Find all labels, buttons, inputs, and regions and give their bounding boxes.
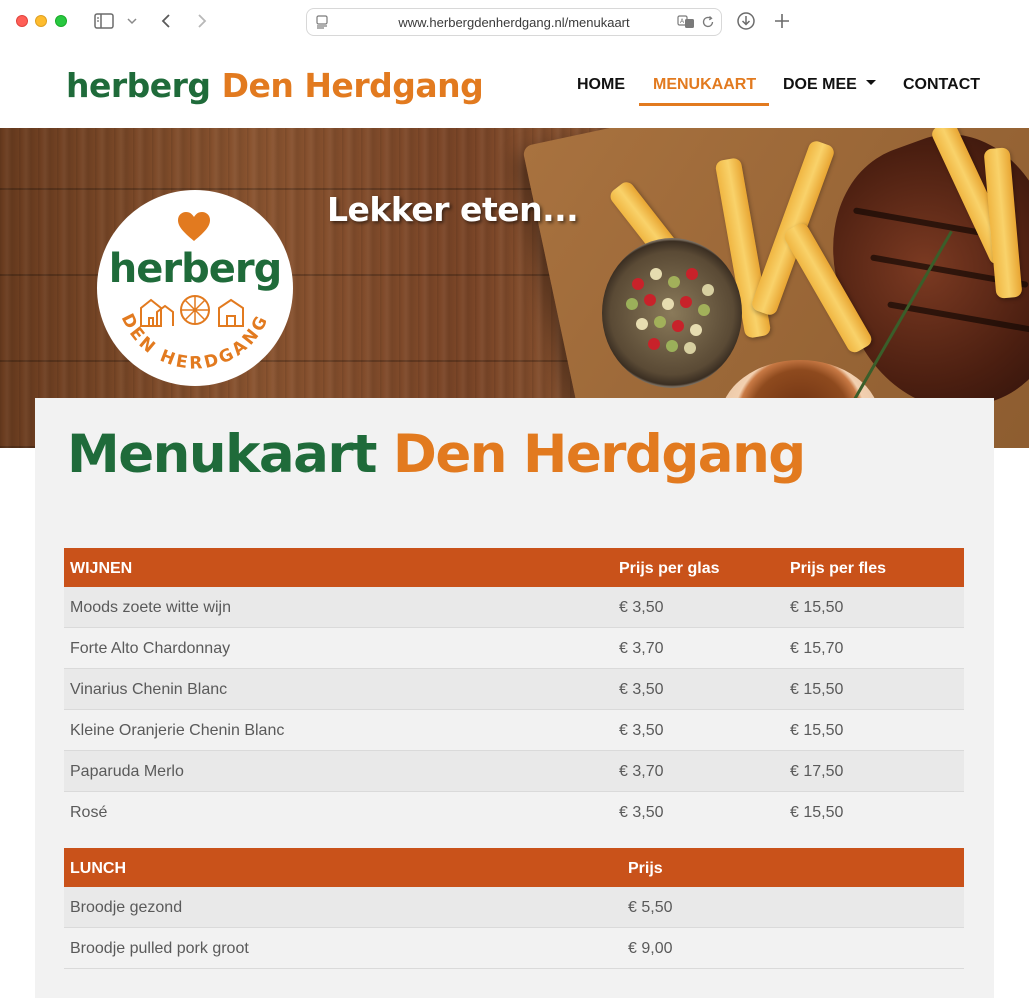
svg-text:DEN HERDGANG: DEN HERDGANG <box>117 311 273 374</box>
wines-col-name: WIJNEN <box>70 560 133 577</box>
wine-bottle-price: € 17,50 <box>790 763 844 780</box>
table-row: Broodje pulled pork groot € 9,00 <box>64 928 964 969</box>
site-logo[interactable]: herberg Den Herdgang <box>66 66 484 105</box>
page-title: Menukaart Den Herdgang <box>67 424 806 485</box>
table-row: Paparuda Merlo € 3,70 € 17,50 <box>64 751 964 792</box>
menu-card: Menukaart Den Herdgang WIJNEN Prijs per … <box>35 398 994 998</box>
wine-name: Vinarius Chenin Blanc <box>70 681 228 698</box>
lunch-col-price: Prijs <box>628 860 663 877</box>
table-row: Rosé € 3,50 € 15,50 <box>64 792 964 833</box>
forward-arrow-icon[interactable] <box>192 10 212 32</box>
reload-icon[interactable] <box>701 15 715 34</box>
caret-down-icon <box>865 80 876 86</box>
site-header: herberg Den Herdgang HOME MENUKAART DOE … <box>0 44 1029 128</box>
wine-name: Kleine Oranjerie Chenin Blanc <box>70 722 285 739</box>
wine-bottle-price: € 15,50 <box>790 722 844 739</box>
logo-herberg: herberg <box>66 66 211 105</box>
nav-contact[interactable]: CONTACT <box>903 76 980 94</box>
sidebar-toggle-icon[interactable] <box>93 10 115 32</box>
badge-arc-text: DEN HERDGANG <box>117 311 273 374</box>
svg-text:A: A <box>680 18 685 25</box>
table-row: Forte Alto Chardonnay € 3,70 € 15,70 <box>64 628 964 669</box>
wine-bottle-price: € 15,70 <box>790 640 844 657</box>
nav-home[interactable]: HOME <box>577 76 625 94</box>
wine-glass-price: € 3,70 <box>619 763 664 780</box>
table-row: Vinarius Chenin Blanc € 3,50 € 15,50 <box>64 669 964 710</box>
wine-glass-price: € 3,50 <box>619 599 664 616</box>
chevron-down-icon[interactable] <box>125 10 139 32</box>
close-window-button[interactable] <box>16 15 28 27</box>
new-tab-icon[interactable] <box>772 10 792 32</box>
address-bar[interactable]: www.herbergdenherdgang.nl/menukaart A <box>306 8 722 36</box>
lunch-item-price: € 5,50 <box>628 899 673 916</box>
pepper-bowl <box>602 238 742 388</box>
wine-bottle-price: € 15,50 <box>790 681 844 698</box>
wine-name: Forte Alto Chardonnay <box>70 640 231 657</box>
zoom-window-button[interactable] <box>55 15 67 27</box>
active-nav-indicator <box>639 103 769 106</box>
page-title-den-herdgang: Den Herdgang <box>392 424 806 485</box>
lunch-item-price: € 9,00 <box>628 940 673 957</box>
wines-col-glass: Prijs per glas <box>619 560 720 577</box>
downloads-icon[interactable] <box>735 10 757 32</box>
lunch-item-name: Broodje gezond <box>70 899 183 916</box>
wine-name: Paparuda Merlo <box>70 763 184 780</box>
wine-bottle-price: € 15,50 <box>790 804 844 821</box>
wine-name: Moods zoete witte wijn <box>70 599 231 616</box>
table-row: Kleine Oranjerie Chenin Blanc € 3,50 € 1… <box>64 710 964 751</box>
nav-menukaart[interactable]: MENUKAART <box>653 76 756 94</box>
wine-bottle-price: € 15,50 <box>790 599 844 616</box>
nav-doe-mee[interactable]: DOE MEE <box>783 76 876 94</box>
translate-icon[interactable]: A <box>677 15 695 34</box>
wines-table-header: WIJNEN Prijs per glas Prijs per fles <box>64 548 964 587</box>
browser-toolbar: www.herbergdenherdgang.nl/menukaart A <box>0 0 1029 44</box>
lunch-table-header: LUNCH Prijs <box>64 848 964 887</box>
back-arrow-icon[interactable] <box>156 10 176 32</box>
wines-col-bottle: Prijs per fles <box>790 560 887 577</box>
url-text: www.herbergdenherdgang.nl/menukaart <box>398 15 630 30</box>
wine-glass-price: € 3,50 <box>619 804 664 821</box>
lunch-col-name: LUNCH <box>70 860 126 877</box>
nav-doe-mee-label: DOE MEE <box>783 76 857 93</box>
wine-glass-price: € 3,50 <box>619 681 664 698</box>
page-title-menukaart: Menukaart <box>67 424 377 485</box>
table-row: Moods zoete witte wijn € 3,50 € 15,50 <box>64 587 964 628</box>
lunch-item-name: Broodje pulled pork groot <box>70 940 249 957</box>
table-row: Broodje gezond € 5,50 <box>64 887 964 928</box>
herberg-badge-logo: herberg DEN HERDGANG <box>97 190 293 386</box>
hero-title: Lekker eten... <box>327 190 579 229</box>
wine-glass-price: € 3,50 <box>619 722 664 739</box>
wine-glass-price: € 3,70 <box>619 640 664 657</box>
minimize-window-button[interactable] <box>35 15 47 27</box>
logo-den-herdgang: Den Herdgang <box>221 66 484 105</box>
wine-name: Rosé <box>70 804 108 821</box>
